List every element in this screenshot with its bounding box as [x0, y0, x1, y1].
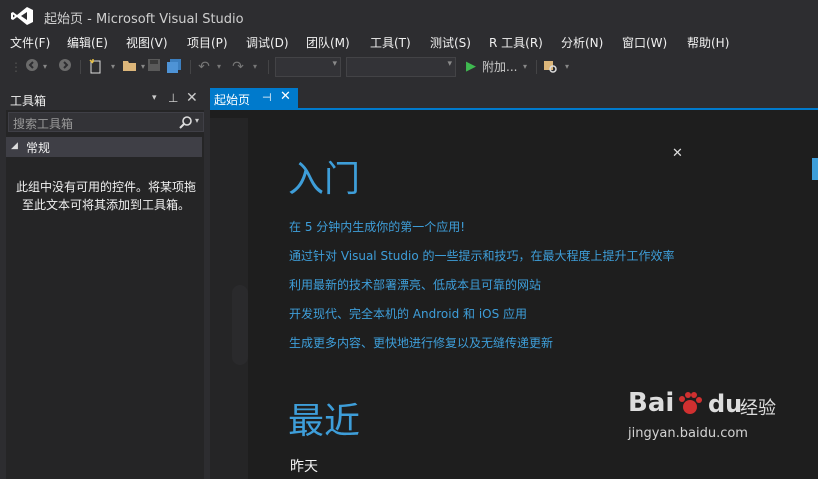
- tab-start-page[interactable]: 起始页 ⊣ ✕: [210, 88, 298, 110]
- search-placeholder: 搜索工具箱: [13, 117, 74, 131]
- solution-platform-combo[interactable]: ▾: [346, 57, 456, 77]
- menu-debug[interactable]: 调试(D): [246, 34, 289, 51]
- get-started-heading: 入门: [288, 159, 361, 200]
- chevron-down-icon: ▾: [332, 59, 337, 69]
- toolbox-panel: 工具箱 ▾ ⊥ ✕ 搜索工具箱 ▾ ◢ 常规 此组中没有可用的控件。将某项拖至此…: [6, 90, 204, 479]
- menu-file[interactable]: 文件(F): [10, 34, 50, 51]
- watermark-brand: Bai: [628, 388, 675, 418]
- run-icon[interactable]: ▶: [464, 58, 478, 76]
- chevron-down-icon: ▾: [447, 59, 452, 69]
- link-mobile-apps[interactable]: 开发现代、完全本机的 Android 和 iOS 应用: [289, 305, 527, 322]
- link-deploy-websites[interactable]: 利用最新的技术部署漂亮、低成本且可靠的网站: [289, 276, 541, 293]
- pin-tab-icon[interactable]: ⊣: [262, 91, 272, 104]
- panel-menu-icon[interactable]: ▾: [152, 93, 157, 103]
- toolbar-grip-icon: ⋮: [10, 60, 22, 74]
- redo-icon[interactable]: ↷: [230, 58, 246, 76]
- link-tips-tricks[interactable]: 通过针对 Visual Studio 的一些提示和技巧，在最大程度上提升工作效率: [289, 247, 675, 264]
- pin-icon[interactable]: ⊥: [168, 91, 178, 105]
- watermark-brand-2: du: [708, 390, 743, 418]
- open-folder-icon[interactable]: [122, 58, 138, 76]
- toolbox-header: 工具箱 ▾ ⊥ ✕: [6, 90, 204, 110]
- solution-configuration-combo[interactable]: ▾: [275, 57, 341, 77]
- toolbar-separator: [190, 60, 191, 74]
- toolbox-empty-message: 此组中没有可用的控件。将某项拖至此文本可将其添加到工具箱。: [16, 180, 197, 212]
- toolbar: ⋮ ▾ ▾ ▾ ↶ ▾ ↷ ▾ ▾ ▾ ▶ 附加... ▾ ▾: [0, 54, 818, 80]
- menu-edit[interactable]: 编辑(E): [67, 34, 108, 51]
- collapse-triangle-icon[interactable]: ◢: [11, 141, 18, 151]
- toolbar-separator: [268, 60, 269, 74]
- window-title: 起始页 - Microsoft Visual Studio: [44, 12, 244, 27]
- search-options-icon[interactable]: ▾: [195, 116, 199, 125]
- title-bar: 起始页 - Microsoft Visual Studio: [0, 0, 818, 32]
- menu-team[interactable]: 团队(M): [306, 34, 350, 51]
- back-dropdown-icon[interactable]: ▾: [40, 58, 50, 76]
- forward-icon[interactable]: [57, 58, 73, 76]
- new-dropdown-icon[interactable]: ▾: [108, 58, 118, 76]
- group-label: 常规: [26, 141, 51, 155]
- tab-label: 起始页: [214, 93, 251, 107]
- menu-help[interactable]: 帮助(H): [687, 34, 729, 51]
- search-icon[interactable]: [179, 115, 193, 129]
- right-panel-edge: [808, 160, 818, 460]
- menu-window[interactable]: 窗口(W): [622, 34, 667, 51]
- attach-dropdown-icon[interactable]: ▾: [520, 58, 530, 76]
- close-getting-started-icon[interactable]: ✕: [672, 146, 683, 161]
- menu-r-tools[interactable]: R 工具(R): [489, 34, 543, 51]
- recent-group-yesterday: 昨天: [290, 459, 318, 475]
- back-icon[interactable]: [24, 58, 40, 76]
- new-project-icon[interactable]: [88, 58, 104, 76]
- toolbox-search-input[interactable]: 搜索工具箱 ▾: [8, 112, 204, 132]
- save-all-icon[interactable]: [166, 58, 182, 76]
- scroll-handle[interactable]: [232, 285, 248, 365]
- toolbar-overflow-icon[interactable]: ▾: [562, 58, 572, 76]
- menu-bar: 文件(F) 编辑(E) 视图(V) 项目(P) 调试(D) 团队(M) 工具(T…: [0, 32, 818, 52]
- recent-heading: 最近: [288, 401, 361, 442]
- menu-test[interactable]: 测试(S): [430, 34, 471, 51]
- paw-icon: [679, 392, 702, 414]
- watermark-url: jingyan.baidu.com: [628, 426, 748, 441]
- find-in-files-icon[interactable]: [542, 58, 558, 76]
- undo-dropdown-icon[interactable]: ▾: [214, 58, 224, 76]
- watermark-suffix: 经验: [740, 398, 776, 419]
- toolbar-separator: [536, 60, 537, 74]
- close-tab-icon[interactable]: ✕: [280, 89, 291, 104]
- toolbar-separator: [80, 60, 81, 74]
- save-icon[interactable]: [146, 58, 162, 76]
- close-panel-icon[interactable]: ✕: [186, 90, 198, 106]
- menu-analyze[interactable]: 分析(N): [561, 34, 603, 51]
- menu-view[interactable]: 视图(V): [126, 34, 168, 51]
- right-panel-heading-fragment: [812, 158, 818, 180]
- link-first-app[interactable]: 在 5 分钟内生成你的第一个应用!: [289, 218, 465, 235]
- baidu-watermark: Bai du 经验 jingyan.baidu.com: [628, 388, 778, 441]
- menu-tools[interactable]: 工具(T): [370, 34, 411, 51]
- undo-icon[interactable]: ↶: [196, 58, 212, 76]
- redo-dropdown-icon[interactable]: ▾: [250, 58, 260, 76]
- toolbox-group-general[interactable]: ◢ 常规: [6, 137, 202, 157]
- attach-button[interactable]: 附加...: [482, 58, 517, 76]
- menu-project[interactable]: 项目(P): [187, 34, 228, 51]
- visual-studio-logo-icon: [11, 7, 33, 25]
- document-tab-strip: [210, 88, 818, 110]
- link-ship-updates[interactable]: 生成更多内容、更快地进行修复以及无缝传递更新: [289, 334, 553, 351]
- toolbox-title: 工具箱: [10, 94, 47, 108]
